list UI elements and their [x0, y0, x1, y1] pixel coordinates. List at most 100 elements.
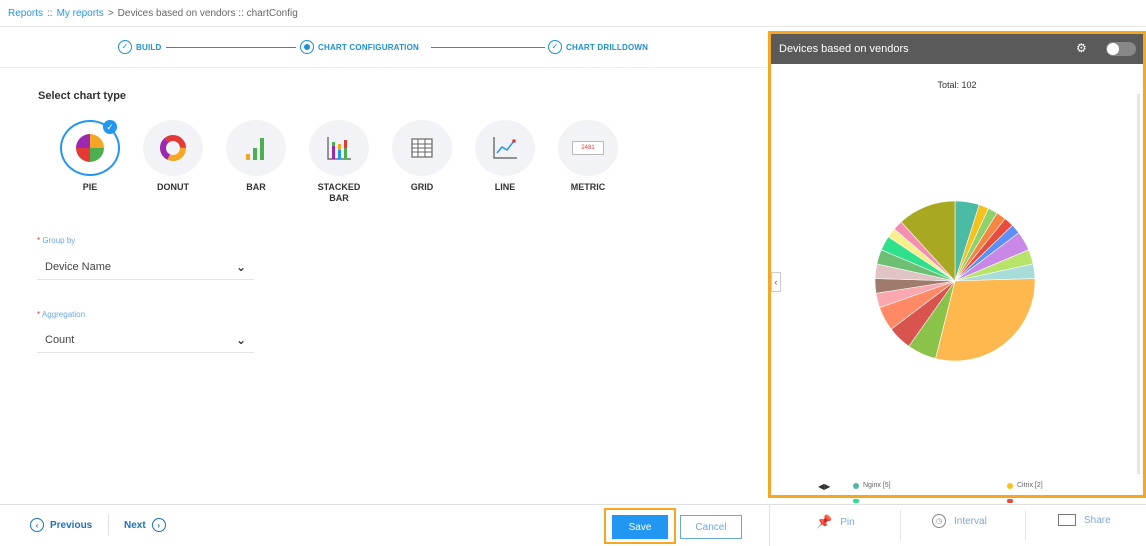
toggle-knob	[1107, 43, 1119, 55]
chart-type-bar[interactable]: BAR	[226, 120, 286, 204]
save-button[interactable]: Save	[612, 515, 668, 539]
pie-chart	[874, 200, 1036, 362]
chart-type-options: ✓ PIE DONUT BAR STACKED BAR GRID LINE 24…	[60, 120, 618, 204]
required-marker: *	[37, 310, 41, 319]
chevron-right-icon: ›	[151, 518, 166, 532]
step-chart-configuration[interactable]: CHART CONFIGURATION	[300, 40, 419, 54]
chevron-left-icon: ‹	[30, 518, 44, 532]
divider	[1025, 510, 1026, 540]
group-by-select[interactable]: Device Name ⌄	[37, 254, 254, 280]
divider	[108, 514, 109, 536]
chart-type-label: DONUT	[157, 182, 189, 192]
chart-type-line[interactable]: LINE	[475, 120, 535, 204]
metric-icon: 2481	[572, 141, 604, 155]
preview-title: Devices based on vendors	[779, 43, 909, 55]
step-label: CHART DRILLDOWN	[566, 42, 649, 52]
step-label: BUILD	[136, 42, 162, 52]
preview-toggle[interactable]	[1106, 42, 1136, 56]
pin-button[interactable]: 📌 Pin	[816, 514, 855, 530]
chart-type-icon-wrap	[226, 120, 286, 176]
aggregation-value: Count	[45, 333, 75, 346]
chart-type-stacked-bar[interactable]: STACKED BAR	[309, 120, 369, 204]
chart-total: Total: 102	[937, 80, 977, 90]
legend-swatch	[1007, 482, 1013, 489]
legend-item-partial	[853, 499, 859, 503]
aggregation-label-text: Aggregation	[41, 310, 86, 319]
current-step-icon	[300, 40, 314, 54]
chart-type-label: LINE	[494, 182, 516, 192]
interval-label: Interval	[954, 515, 987, 527]
legend-pager[interactable]: ◀▶	[818, 482, 830, 491]
previous-button[interactable]: ‹ Previous	[30, 518, 92, 532]
chart-type-pie[interactable]: ✓ PIE	[60, 120, 120, 204]
next-button[interactable]: Next ›	[124, 518, 166, 532]
breadcrumb-reports-link[interactable]: Reports	[8, 8, 43, 19]
pie-chart-icon	[76, 134, 104, 162]
group-by-label-text: Group by	[42, 236, 76, 245]
legend-swatch	[853, 499, 859, 503]
next-label: Next	[124, 519, 146, 531]
check-circle-icon: ✓	[118, 40, 132, 54]
step-build[interactable]: ✓ BUILD	[118, 40, 161, 54]
chart-type-icon-wrap: 2481	[558, 120, 618, 176]
legend-swatch	[853, 482, 859, 489]
legend-item-partial	[1007, 499, 1013, 503]
aggregation-select[interactable]: Count ⌄	[37, 327, 254, 353]
chart-type-icon-wrap	[143, 120, 203, 176]
interval-button[interactable]: ◷ Interval	[932, 514, 987, 528]
chart-type-grid[interactable]: GRID	[392, 120, 452, 204]
report-chart-config-page: Reports :: My reports > Devices based on…	[0, 0, 1146, 546]
pin-label: Pin	[840, 516, 855, 528]
group-by-label: * Group by	[37, 236, 75, 245]
collapse-panel-button[interactable]: ‹	[771, 272, 781, 292]
divider	[0, 67, 768, 68]
aggregation-label: * Aggregation	[37, 310, 85, 319]
select-chart-type-heading: Select chart type	[38, 90, 127, 102]
breadcrumb-separator: >	[107, 7, 114, 19]
chevron-down-icon: ⌄	[235, 259, 246, 274]
chart-type-label: PIE	[82, 182, 98, 192]
chevron-down-icon: ⌄	[235, 332, 246, 347]
chart-type-icon-wrap	[475, 120, 535, 176]
divider	[769, 505, 770, 546]
step-chart-drilldown[interactable]: ✓ CHART DRILLDOWN	[548, 40, 648, 54]
step-label: CHART CONFIGURATION	[318, 42, 419, 52]
group-by-value: Device Name	[45, 260, 112, 273]
grid-table-icon	[411, 138, 433, 158]
breadcrumb-current: Devices based on vendors :: chartConfig	[117, 7, 298, 19]
chart-type-icon-wrap	[309, 120, 369, 176]
divider	[900, 510, 901, 540]
selected-check-icon: ✓	[103, 120, 117, 134]
chart-type-label: STACKED BAR	[317, 182, 361, 203]
gear-icon[interactable]: ⚙	[1076, 41, 1087, 55]
bar-chart-icon	[246, 138, 264, 160]
line-chart-icon	[493, 137, 517, 159]
stacked-bar-chart-icon	[327, 137, 351, 160]
step-connector	[166, 47, 296, 48]
chart-type-icon-wrap: ✓	[60, 120, 120, 176]
breadcrumb-my-reports-link[interactable]: My reports	[57, 8, 104, 19]
wizard-stepper: ✓ BUILD CHART CONFIGURATION ✓ CHART DRIL…	[8, 34, 760, 66]
legend-item[interactable]: Citrix [2]	[1007, 482, 1043, 489]
breadcrumb-separator: ::	[47, 7, 53, 19]
preview-header: Devices based on vendors ⚙	[771, 34, 1143, 64]
chart-type-icon-wrap	[392, 120, 452, 176]
legend-swatch	[1007, 499, 1013, 503]
cancel-button[interactable]: Cancel	[680, 515, 742, 539]
panel-scrollbar[interactable]	[1137, 94, 1140, 474]
share-label: Share	[1084, 514, 1111, 526]
pin-icon: 📌	[816, 514, 833, 529]
previous-label: Previous	[50, 519, 93, 531]
clock-icon: ◷	[932, 514, 946, 528]
chevron-left-icon: ‹	[774, 277, 778, 287]
legend-label: Nginx [5]	[863, 482, 891, 489]
share-button[interactable]: Share	[1058, 514, 1111, 526]
chart-type-metric[interactable]: 2481 METRIC	[558, 120, 618, 204]
legend-item[interactable]: Nginx [5]	[853, 482, 891, 489]
required-marker: *	[37, 236, 41, 245]
breadcrumb: Reports :: My reports > Devices based on…	[0, 0, 1146, 27]
chart-type-donut[interactable]: DONUT	[143, 120, 203, 204]
step-connector	[431, 47, 545, 48]
chart-type-label: METRIC	[570, 182, 606, 192]
chart-type-label: GRID	[410, 182, 434, 192]
